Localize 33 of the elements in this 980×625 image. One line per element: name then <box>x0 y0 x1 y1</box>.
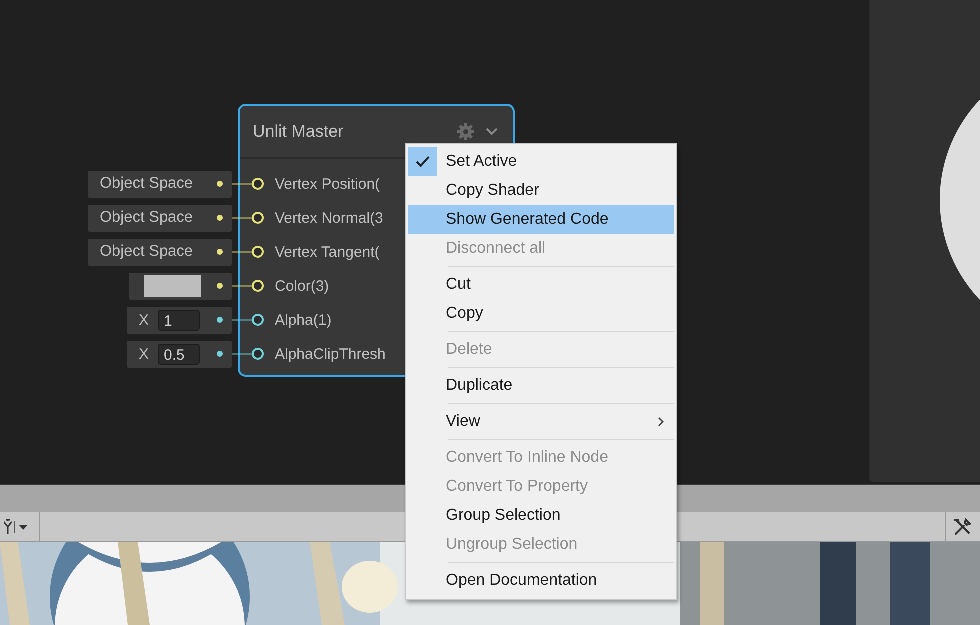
connector-line <box>232 285 252 287</box>
color-field[interactable] <box>129 272 232 300</box>
connector-line <box>232 251 252 253</box>
connector-line <box>232 183 252 185</box>
menu-item[interactable]: Show Generated Code <box>408 205 674 234</box>
connector-line <box>232 353 252 355</box>
port-label: Vertex Normal(3 <box>275 210 384 226</box>
input-dot-icon <box>217 317 223 323</box>
menu-item[interactable]: View <box>408 407 674 436</box>
number-field[interactable]: 1 <box>158 310 200 330</box>
chevron-icon[interactable] <box>485 126 499 136</box>
input-dot-icon <box>217 249 223 255</box>
menu-item[interactable]: Group Selection <box>408 501 674 530</box>
number-field[interactable]: 0.5 <box>158 344 200 364</box>
axis-label: X <box>139 312 150 328</box>
space-dropdown[interactable]: Object Space <box>88 238 232 266</box>
space-dropdown[interactable]: Object Space <box>88 204 232 232</box>
space-dropdown[interactable]: Object Space <box>88 170 232 198</box>
tools-icon <box>954 518 972 536</box>
input-dot-icon <box>217 351 223 357</box>
gizmo-icon <box>4 518 30 536</box>
connector-line <box>232 217 252 219</box>
input-dot-icon <box>217 181 223 187</box>
input-dot-icon <box>217 283 223 289</box>
input-dot-icon <box>217 215 223 221</box>
connector-line <box>232 319 252 321</box>
port-label: AlphaClipThresh <box>275 346 386 362</box>
node-title: Unlit Master <box>253 122 345 142</box>
port-label: Vertex Tangent( <box>275 244 380 260</box>
port-label: Alpha(1) <box>275 312 332 328</box>
port-label: Color(3) <box>275 278 330 294</box>
port-label: Vertex Position( <box>275 176 380 192</box>
axis-label: X <box>139 346 150 362</box>
